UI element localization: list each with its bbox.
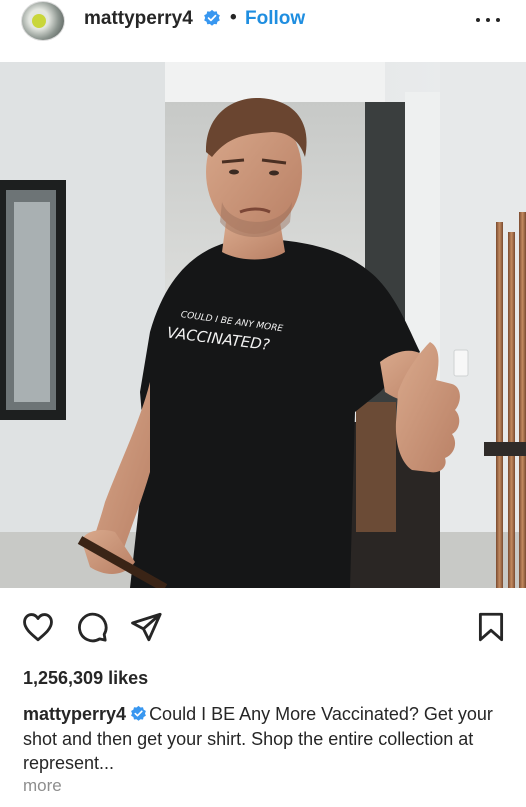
avatar[interactable] xyxy=(21,1,65,41)
heart-icon[interactable] xyxy=(21,610,55,644)
post-username[interactable]: mattyperry4 xyxy=(84,8,193,30)
post-photo-illustration: COULD I BE ANY MORE VACCINATED? xyxy=(0,62,526,588)
bookmark-icon[interactable] xyxy=(474,610,508,644)
post-header: mattyperry4 • Follow xyxy=(0,0,526,62)
comment-icon[interactable] xyxy=(75,610,109,644)
more-options-icon[interactable] xyxy=(474,8,502,32)
caption-verified-badge-icon xyxy=(131,705,146,721)
share-icon[interactable] xyxy=(129,610,163,644)
post-caption: mattyperry4 Could I BE Any More Vaccinat… xyxy=(23,702,503,776)
avatar-ball-icon xyxy=(32,14,46,28)
caption-more-link[interactable]: more xyxy=(23,776,62,796)
verified-badge-icon xyxy=(204,9,220,26)
post-image[interactable]: COULD I BE ANY MORE VACCINATED? xyxy=(0,62,526,588)
follow-button[interactable]: Follow xyxy=(245,8,305,30)
caption-username[interactable]: mattyperry4 xyxy=(23,704,126,724)
header-separator: • xyxy=(230,7,237,28)
likes-count[interactable]: 1,256,309 likes xyxy=(23,668,148,689)
post-actions xyxy=(0,600,526,650)
